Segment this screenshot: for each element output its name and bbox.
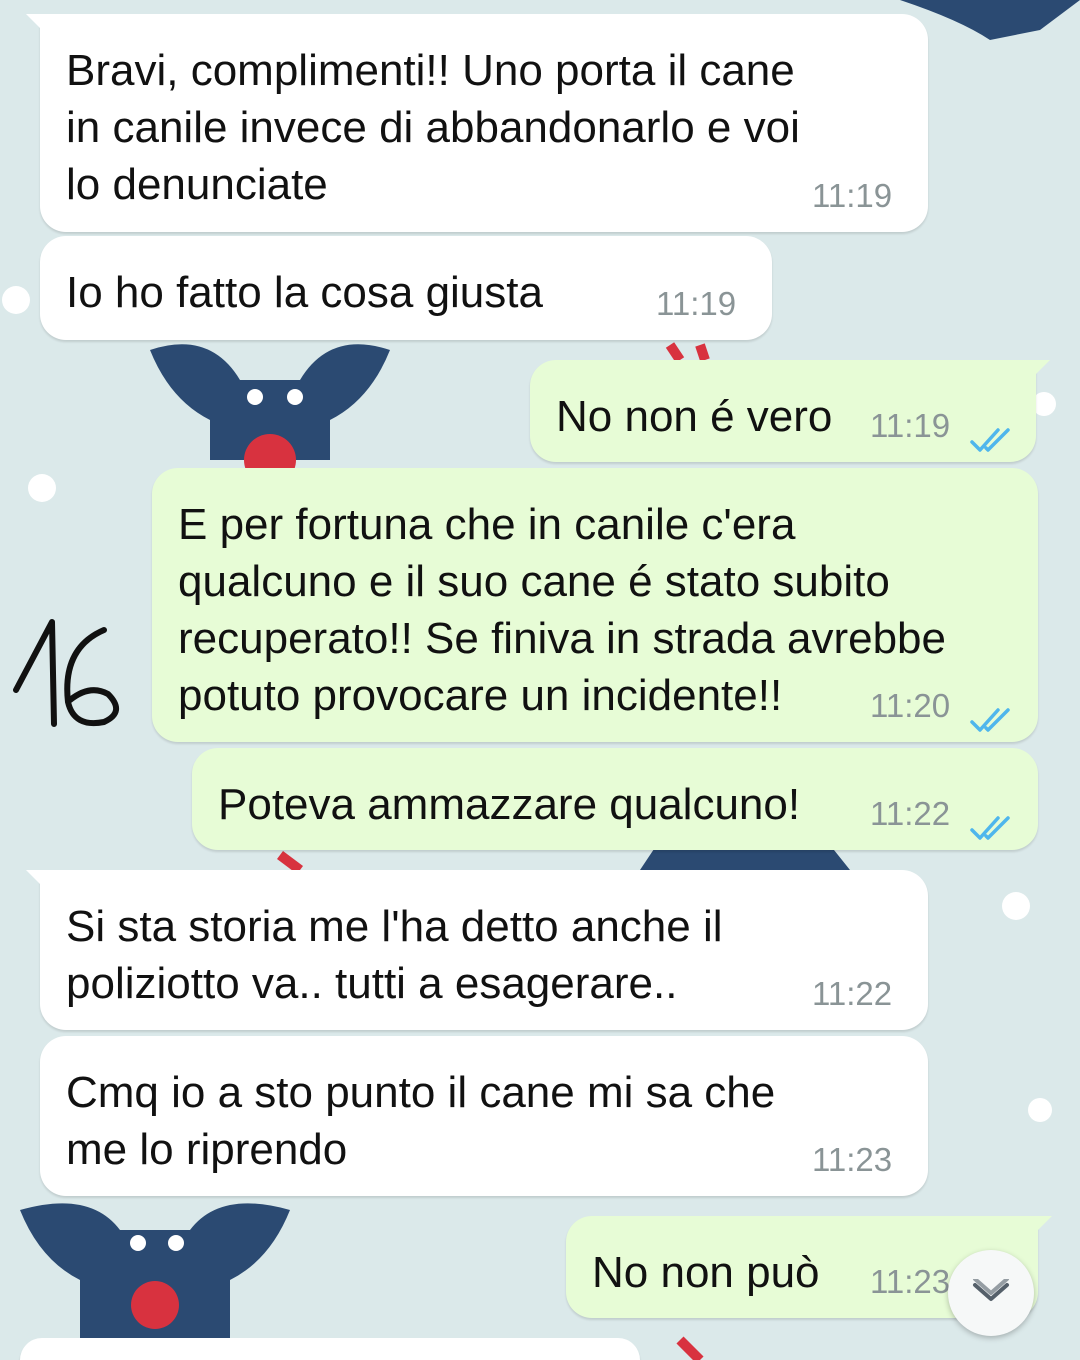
outgoing-message-bubble[interactable]: No non é vero 11:19 bbox=[530, 360, 1050, 462]
bubble-tail bbox=[1028, 1216, 1052, 1240]
bubble-tail bbox=[26, 14, 50, 38]
double-check-icon bbox=[970, 708, 1010, 732]
incoming-message-bubble[interactable]: Cmq io a sto punto il cane mi sa che me … bbox=[40, 1036, 928, 1196]
incoming-message-bubble[interactable]: Io ho fatto la cosa giusta 11:19 bbox=[40, 236, 772, 340]
chevron-down-icon bbox=[973, 1279, 1009, 1301]
message-timestamp: 11:20 bbox=[870, 687, 951, 724]
message-timestamp: 11:22 bbox=[812, 975, 893, 1012]
message-text: Bravi, complimenti!! Uno porta il cane i… bbox=[66, 46, 800, 209]
double-check-icon bbox=[970, 428, 1010, 452]
message-text: Cmq io a sto punto il cane mi sa che me … bbox=[66, 1068, 776, 1174]
read-receipt bbox=[970, 412, 1016, 452]
message-timestamp: 11:19 bbox=[812, 177, 893, 214]
message-text: E per fortuna che in canile c'era qualcu… bbox=[178, 500, 947, 720]
message-text: No non può bbox=[592, 1248, 820, 1297]
incoming-message-bubble[interactable]: Si sta storia me l'ha detto anche il pol… bbox=[26, 870, 928, 1030]
double-check-icon bbox=[970, 816, 1010, 840]
message-text: Si sta storia me l'ha detto anche il pol… bbox=[66, 902, 723, 1008]
message-text: Io ho fatto la cosa giusta bbox=[66, 268, 543, 317]
scroll-to-bottom-button[interactable] bbox=[948, 1250, 1034, 1336]
message-timestamp: 11:23 bbox=[870, 1263, 951, 1300]
incoming-message-bubble[interactable]: Bravi, complimenti!! Uno porta il cane i… bbox=[26, 14, 928, 232]
outgoing-message-bubble[interactable]: E per fortuna che in canile c'era qualcu… bbox=[152, 468, 1038, 742]
message-timestamp: 11:23 bbox=[812, 1141, 893, 1178]
message-text: No non é vero bbox=[556, 392, 833, 441]
handwritten-annotation bbox=[8, 612, 138, 742]
bubble-tail bbox=[1026, 360, 1050, 384]
handwritten-number-drawing bbox=[13, 619, 119, 727]
message-text: Poteva ammazzare qualcuno! bbox=[218, 780, 801, 829]
read-receipt bbox=[970, 692, 1016, 732]
message-timestamp: 11:22 bbox=[870, 795, 951, 832]
incoming-message-bubble-partial[interactable] bbox=[20, 1338, 640, 1360]
message-timestamp: 11:19 bbox=[656, 285, 737, 322]
outgoing-message-bubble[interactable]: Poteva ammazzare qualcuno! 11:22 bbox=[192, 748, 1038, 850]
read-receipt bbox=[970, 800, 1016, 840]
bubble-tail bbox=[26, 870, 50, 894]
message-timestamp: 11:19 bbox=[870, 407, 951, 444]
